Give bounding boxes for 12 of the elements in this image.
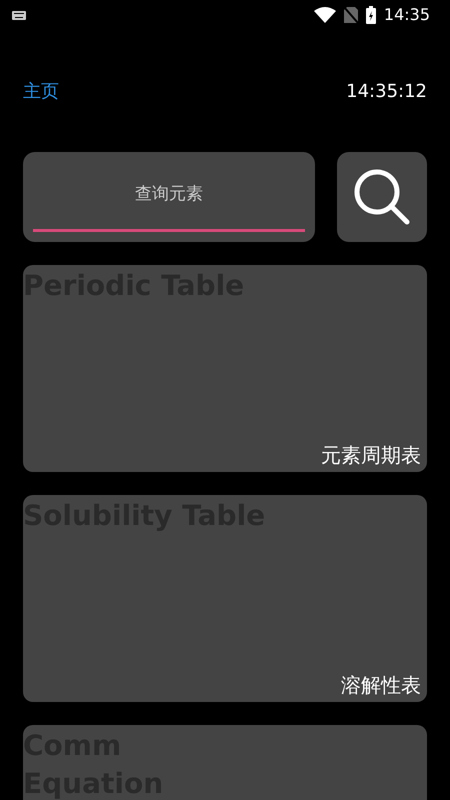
search-icon — [353, 168, 411, 226]
card-label: 溶解性表 — [341, 672, 421, 699]
no-sim-icon — [344, 7, 358, 23]
wifi-icon — [314, 7, 336, 23]
keyboard-icon — [12, 10, 26, 20]
page-title[interactable]: 主页 — [23, 78, 59, 104]
card-label: 元素周期表 — [321, 442, 421, 469]
search-field[interactable]: 查询元素 — [23, 152, 315, 242]
clock-time: 14:35:12 — [346, 80, 427, 104]
search-button[interactable] — [337, 152, 427, 242]
status-time: 14:35 — [384, 4, 430, 26]
battery-icon — [366, 6, 376, 24]
